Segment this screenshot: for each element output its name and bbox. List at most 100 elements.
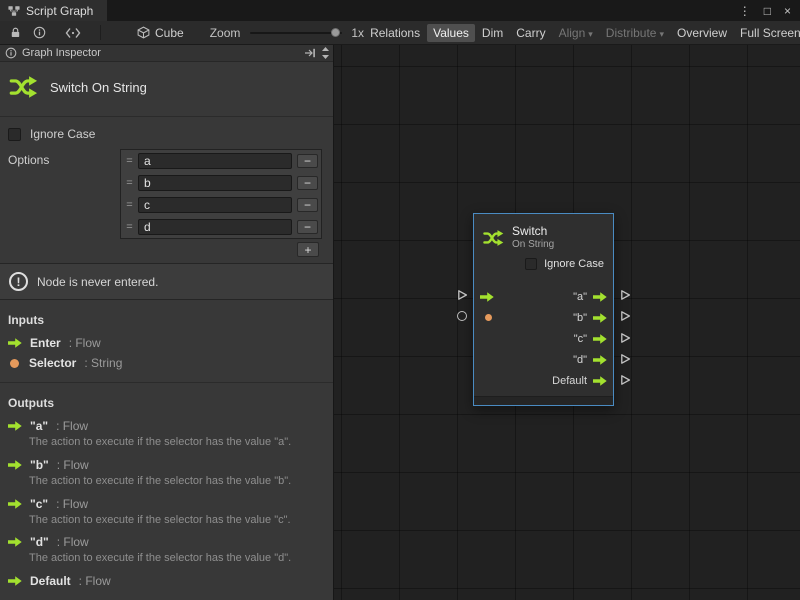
- flow-arrow-icon: [8, 421, 22, 431]
- remove-option-button[interactable]: −: [297, 176, 318, 190]
- flow-arrow-icon: [8, 499, 22, 509]
- output-pin-d: "d" : Flow: [0, 532, 333, 552]
- option-input[interactable]: c: [138, 197, 292, 213]
- pin-type: : String: [84, 356, 122, 370]
- kebab-menu-icon[interactable]: ⋮: [739, 4, 751, 18]
- values-button[interactable]: Values: [427, 24, 475, 42]
- node-titles: Switch On String: [512, 224, 554, 250]
- script-graph-window: Script Graph ⋮ □ ×: [0, 0, 800, 600]
- port-connector-icon[interactable]: [620, 289, 631, 301]
- warning-box: ! Node is never entered.: [0, 263, 333, 300]
- flow-out-icon[interactable]: [593, 334, 607, 344]
- toolbar-separator: [100, 25, 101, 40]
- port-row-a: "a": [474, 286, 613, 307]
- tab-script-graph[interactable]: Script Graph: [0, 0, 107, 21]
- overview-button[interactable]: Overview: [671, 24, 733, 42]
- port-row-default: Default: [474, 370, 613, 391]
- scroll-arrows-icon[interactable]: [321, 46, 330, 60]
- cube-icon: [137, 26, 150, 39]
- switch-node[interactable]: Switch On String Ignore Case "a": [473, 213, 614, 406]
- pin-name: "c": [30, 497, 48, 511]
- option-input[interactable]: d: [138, 219, 292, 235]
- pin-description: The action to execute if the selector ha…: [29, 475, 325, 489]
- switch-icon: [8, 72, 38, 102]
- remove-option-button[interactable]: −: [297, 220, 318, 234]
- pin-name: "a": [30, 419, 48, 433]
- flow-out-icon[interactable]: [593, 376, 607, 386]
- port-row-b: "b": [474, 307, 613, 328]
- inputs-header: Inputs: [0, 300, 333, 333]
- remove-option-button[interactable]: −: [297, 154, 318, 168]
- input-pin-enter: Enter : Flow: [0, 333, 333, 353]
- drag-handle-icon[interactable]: =: [121, 199, 138, 211]
- drag-handle-icon[interactable]: =: [121, 155, 138, 167]
- node-ignore-case-row: Ignore Case: [474, 254, 613, 274]
- option-row: = b −: [121, 172, 321, 194]
- pin-name: Default: [30, 574, 71, 588]
- pin-name: Selector: [29, 356, 76, 370]
- add-option-button[interactable]: +: [297, 242, 319, 257]
- code-view-button[interactable]: [64, 24, 82, 42]
- selector-port-icon[interactable]: [485, 314, 492, 321]
- info-icon: [5, 47, 17, 59]
- port-connector-icon[interactable]: [620, 353, 631, 365]
- main-area: Graph Inspector: [0, 45, 800, 600]
- close-icon[interactable]: ×: [784, 4, 791, 18]
- relations-button[interactable]: Relations: [364, 24, 426, 42]
- flow-arrow-icon: [8, 537, 22, 547]
- flow-arrow-icon: [8, 460, 22, 470]
- dim-button[interactable]: Dim: [476, 24, 509, 42]
- output-pin-c: "c" : Flow: [0, 494, 333, 514]
- unit-header: Switch On String: [0, 62, 333, 117]
- port-connector-icon[interactable]: [620, 310, 631, 322]
- drag-handle-icon[interactable]: =: [121, 221, 138, 233]
- port-row-c: "c": [474, 328, 613, 349]
- unit-title: Switch On String: [50, 80, 147, 95]
- ignore-case-checkbox[interactable]: [8, 128, 21, 141]
- remove-option-button[interactable]: −: [297, 198, 318, 212]
- inspect-button[interactable]: [30, 24, 48, 42]
- switch-icon: [482, 227, 504, 249]
- pin-type: : Flow: [79, 574, 111, 588]
- lock-button[interactable]: [6, 24, 24, 42]
- zoom-slider-handle[interactable]: [331, 28, 340, 37]
- zoom-slider[interactable]: [250, 27, 342, 38]
- port-connector-icon[interactable]: [457, 289, 468, 301]
- option-input[interactable]: a: [138, 153, 292, 169]
- zoom-value: 1x: [351, 26, 364, 40]
- port-connector-icon[interactable]: [620, 374, 631, 386]
- option-row: = d −: [121, 216, 321, 238]
- outputs-header: Outputs: [0, 383, 333, 416]
- pin-description: The action to execute if the selector ha…: [29, 552, 325, 566]
- carry-button[interactable]: Carry: [510, 24, 551, 42]
- port-connector-circle-icon[interactable]: [457, 311, 467, 321]
- port-label: "d": [573, 354, 587, 366]
- option-input[interactable]: b: [138, 175, 292, 191]
- distribute-label: Distribute: [606, 26, 657, 40]
- distribute-dropdown[interactable]: Distribute▾: [600, 24, 670, 42]
- warning-text: Node is never entered.: [37, 275, 158, 289]
- graph-breadcrumb[interactable]: Cube: [137, 26, 184, 40]
- align-dropdown[interactable]: Align▾: [553, 24, 599, 42]
- flow-out-icon[interactable]: [593, 355, 607, 365]
- flow-out-icon[interactable]: [593, 313, 607, 323]
- pin-type: : Flow: [56, 419, 88, 433]
- dock-right-icon[interactable]: [304, 47, 316, 59]
- graph-canvas[interactable]: Switch On String Ignore Case "a": [334, 45, 800, 600]
- flow-arrow-icon: [8, 576, 22, 586]
- window-controls: ⋮ □ ×: [739, 0, 800, 21]
- port-label: "b": [573, 312, 587, 324]
- string-port-icon: [10, 359, 19, 368]
- drag-handle-icon[interactable]: =: [121, 177, 138, 189]
- maximize-icon[interactable]: □: [764, 4, 771, 18]
- chevron-down-icon: ▾: [588, 29, 593, 39]
- output-pin-b: "b" : Flow: [0, 455, 333, 475]
- ignore-case-row: Ignore Case: [0, 117, 333, 143]
- output-pin-default: Default : Flow: [0, 571, 333, 591]
- port-connector-icon[interactable]: [620, 332, 631, 344]
- align-label: Align: [559, 26, 586, 40]
- enter-port-icon[interactable]: [480, 292, 494, 302]
- fullscreen-button[interactable]: Full Screen: [734, 24, 800, 42]
- ignore-case-checkbox[interactable]: [525, 258, 537, 270]
- flow-out-icon[interactable]: [593, 292, 607, 302]
